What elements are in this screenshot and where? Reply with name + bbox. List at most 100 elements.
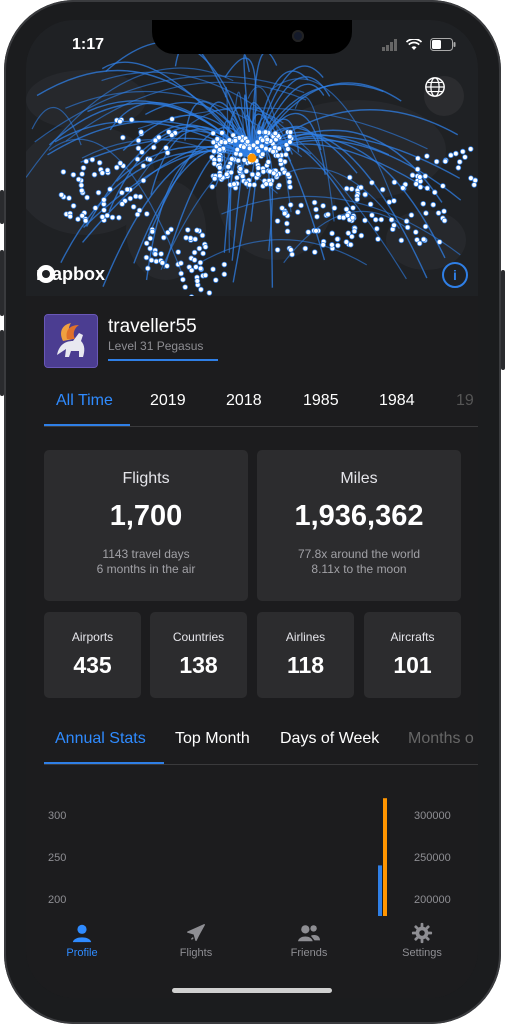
airports-label: Airports [71, 630, 114, 644]
tab-annual-stats[interactable]: Annual Stats [55, 730, 146, 748]
airport-dot [351, 228, 358, 235]
airport-dot [287, 139, 293, 145]
airport-dot [246, 145, 253, 152]
airport-dot [424, 153, 430, 159]
airport-dot [289, 251, 295, 258]
info-icon[interactable]: i [442, 262, 468, 288]
airport-dot [276, 145, 282, 152]
airport-dot [442, 158, 449, 165]
airport-dot [95, 189, 102, 196]
airport-dot [134, 156, 141, 163]
tab-months[interactable]: Months o [408, 730, 474, 748]
airport-dot [178, 260, 184, 266]
airlines-card[interactable]: Airlines 118 [257, 612, 354, 698]
airport-dot [184, 227, 191, 233]
tab-days-of-week[interactable]: Days of Week [280, 730, 379, 748]
airports-card[interactable]: Airports 435 [44, 612, 141, 698]
airport-dot [216, 156, 223, 163]
airport-dot [164, 150, 171, 156]
tab-1985[interactable]: 1985 [303, 392, 339, 410]
aircrafts-card[interactable]: Aircrafts 101 [364, 612, 461, 698]
airport-dot [285, 146, 291, 152]
airport-dot [222, 139, 229, 146]
tabbar-flights[interactable]: Flights [156, 922, 236, 959]
airport-dot [202, 272, 209, 279]
airport-dot [305, 229, 312, 235]
airport-dot [331, 205, 338, 211]
airport-dot [206, 290, 213, 296]
airport-dot [417, 174, 423, 180]
airport-dot [107, 186, 113, 193]
airport-dot [134, 211, 141, 218]
tab-1984[interactable]: 1984 [379, 392, 415, 410]
airport-dot [99, 214, 106, 220]
tab-2018[interactable]: 2018 [226, 392, 262, 410]
airport-dot [249, 171, 256, 178]
countries-card[interactable]: Countries 138 [150, 612, 247, 698]
airport-dot [275, 152, 281, 159]
airport-dot [140, 177, 147, 184]
tab-all-time[interactable]: All Time [56, 392, 113, 410]
friends-icon [298, 925, 320, 942]
airport-dot [349, 233, 355, 240]
globe-button[interactable] [424, 76, 464, 116]
airport-dot [386, 199, 393, 205]
airport-dot [388, 216, 395, 223]
airport-dot [191, 257, 198, 263]
airport-dot [311, 199, 318, 206]
tabbar-friends[interactable]: Friends [269, 922, 349, 959]
airport-dot [243, 168, 250, 175]
tab-top-month[interactable]: Top Month [175, 730, 250, 748]
airport-dot [200, 250, 206, 257]
airport-dot [264, 136, 271, 143]
stats-tabs: Annual Stats Top Month Days of Week Mont… [44, 720, 478, 765]
airport-dot [152, 137, 159, 144]
travel-days: 1143 travel days [102, 547, 190, 561]
airport-dot [265, 159, 272, 165]
tab-19[interactable]: 19 [456, 392, 474, 410]
airport-dot [335, 242, 341, 249]
airport-dot [288, 247, 294, 253]
airport-dot [152, 251, 159, 257]
airport-dot [140, 163, 147, 169]
flights-card[interactable]: Flights 1,700 1143 travel days 6 months … [44, 450, 248, 601]
right-axis-tick: 250000 [414, 852, 451, 864]
tab-2019[interactable]: 2019 [150, 392, 186, 410]
airport-dot [422, 223, 429, 230]
tabbar-profile[interactable]: Profile [42, 922, 122, 959]
airport-dot [459, 148, 466, 155]
avatar[interactable] [44, 314, 98, 368]
miles-card[interactable]: Miles 1,936,362 77.8x around the world 8… [257, 450, 461, 601]
airport-dot [164, 263, 170, 269]
airport-dot [216, 147, 223, 153]
airport-dot [58, 192, 65, 198]
airport-dot [391, 179, 398, 186]
airport-dot [302, 245, 309, 252]
mapbox-logo: mapbox [36, 264, 105, 285]
stats-tab-active-indicator [44, 762, 164, 764]
airport-dot [329, 230, 335, 237]
airport-dot [398, 237, 405, 244]
airport-dot [147, 245, 153, 252]
airport-dot [343, 239, 350, 245]
airport-dot [350, 205, 356, 211]
airport-dot [374, 225, 380, 232]
tabbar-settings[interactable]: Settings [382, 922, 462, 959]
globe-icon [425, 77, 445, 97]
to-moon: 8.11x to the moon [311, 562, 407, 576]
airport-dot [274, 247, 281, 253]
airport-dot [160, 234, 167, 241]
airport-dot [82, 217, 89, 224]
airport-dot [79, 171, 85, 177]
airport-dot [455, 165, 462, 171]
flight-map[interactable]: mapbox i [26, 20, 478, 296]
airport-dot [311, 249, 318, 255]
notch [152, 20, 352, 54]
airport-dot [369, 212, 375, 219]
miles-label: Miles [340, 470, 378, 487]
airport-dot [193, 264, 199, 270]
airport-dot [420, 200, 427, 207]
flight-routes-map [26, 41, 478, 296]
airport-dot [400, 185, 406, 191]
airport-dot [274, 218, 281, 224]
